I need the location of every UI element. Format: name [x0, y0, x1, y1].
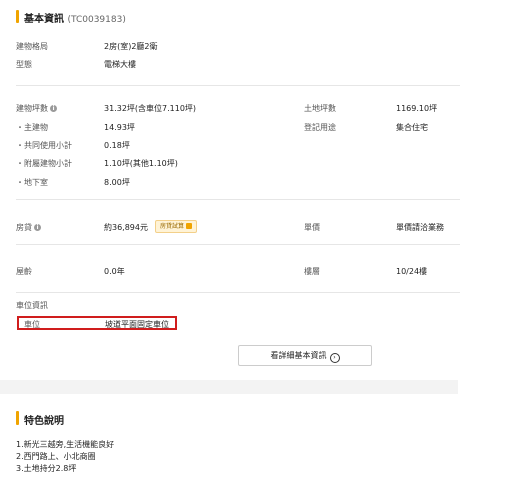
- divider: [16, 244, 460, 245]
- divider: [16, 292, 460, 293]
- floor-value: 10/24樓: [396, 267, 428, 276]
- basement-value: 8.00坪: [104, 178, 130, 187]
- section-accent-bar: [16, 10, 19, 23]
- divider: [16, 85, 460, 86]
- annex-area-value: 1.10坪(其他1.10坪): [104, 159, 178, 168]
- info-icon[interactable]: i: [50, 105, 57, 112]
- section-separator: [0, 380, 508, 394]
- shared-area-value: 0.18坪: [104, 141, 130, 150]
- building-area-label: 建物坪數 i: [16, 103, 57, 114]
- building-area-value: 31.32坪(含車位7.110坪): [104, 104, 197, 113]
- usage-label: 登記用途: [304, 123, 336, 132]
- loan-value: 約36,894元: [104, 223, 148, 232]
- land-area-value: 1169.10坪: [396, 104, 438, 113]
- unit-price-label: 單價: [304, 223, 320, 232]
- main-building-label: ・主建物: [16, 123, 48, 132]
- loan-label: 房貸 i: [16, 222, 41, 233]
- parking-label: 車位: [24, 320, 40, 329]
- unit-price-value: 單價請洽業務: [396, 223, 444, 232]
- view-details-button[interactable]: 看詳細基本資訊 ›: [238, 345, 372, 366]
- annex-area-label: ・附屬建物小計: [16, 159, 72, 168]
- building-area-label-text: 建物坪數: [16, 104, 48, 113]
- type-value: 電梯大樓: [104, 60, 136, 69]
- feature-line: 3.土地持分2.8坪: [16, 464, 77, 473]
- section-accent-bar: [16, 411, 19, 425]
- land-area-label: 土地坪數: [304, 104, 336, 113]
- listing-code: (TC0039183): [67, 15, 126, 25]
- feature-line: 2.西門路上、小北商圈: [16, 452, 96, 461]
- loan-calculator-badge[interactable]: 房貸試算: [155, 220, 198, 233]
- usage-value: 集合住宅: [396, 123, 428, 132]
- layout-value: 2房(室)2廳2衛: [104, 42, 158, 51]
- layout-label: 建物格局: [16, 42, 48, 51]
- main-building-value: 14.93坪: [104, 123, 135, 132]
- parking-value: 坡道平面固定車位: [105, 320, 169, 329]
- loan-calculator-badge-text: 房貸試算: [160, 223, 185, 230]
- basement-label: ・地下室: [16, 178, 48, 187]
- info-icon[interactable]: i: [34, 224, 41, 231]
- view-details-button-label: 看詳細基本資訊: [270, 351, 327, 360]
- parking-section-label: 車位資訊: [16, 301, 48, 310]
- background-filler: [458, 380, 508, 480]
- feature-line: 1.新光三越旁,生活機能良好: [16, 440, 115, 449]
- section-title: 基本資訊 (TC0039183): [24, 10, 126, 25]
- floor-label: 樓層: [304, 267, 320, 276]
- type-label: 型態: [16, 60, 32, 69]
- age-value: 0.0年: [104, 267, 125, 276]
- shared-area-label: ・共同使用小計: [16, 141, 72, 150]
- loan-label-text: 房貸: [16, 223, 32, 232]
- calculator-icon: [186, 223, 193, 229]
- features-title: 特色說明: [24, 416, 64, 427]
- age-label: 屋齡: [16, 267, 32, 276]
- arrow-right-circle-icon: ›: [329, 353, 340, 363]
- divider: [16, 199, 460, 200]
- section-title-text: 基本資訊: [24, 14, 64, 25]
